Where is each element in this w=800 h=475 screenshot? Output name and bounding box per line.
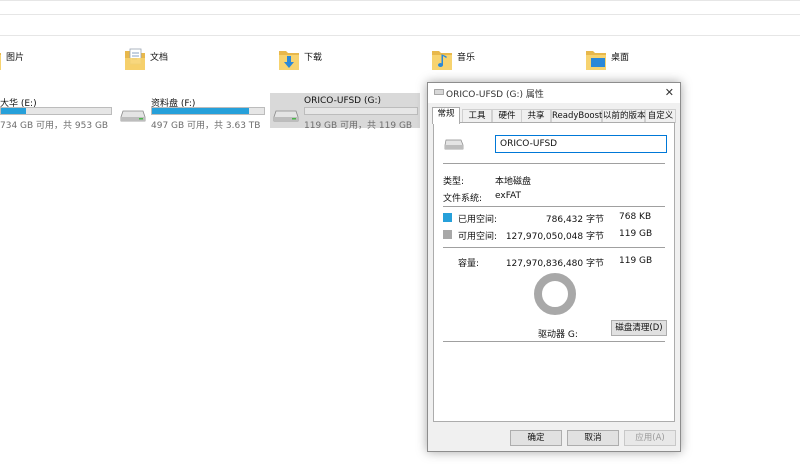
type-label: 类型: (443, 177, 465, 187)
drive-f[interactable]: 资料盘 (F:) 497 GB 可用，共 3.63 TB (120, 96, 270, 131)
drive-usage-bar (304, 107, 418, 115)
drive-info: 734 GB 可用，共 953 GB (0, 121, 109, 131)
cancel-button[interactable]: 取消 (567, 430, 619, 446)
drive-letter-label: 驱动器 G: (538, 330, 578, 340)
ok-button[interactable]: 确定 (510, 430, 562, 446)
filesystem-label: 文件系统: (443, 194, 483, 204)
free-space-bytes: 127,970,050,048 字节 (505, 232, 604, 242)
used-space-bytes: 786,432 字节 (545, 215, 604, 225)
used-space-swatch (443, 213, 452, 222)
drive-e[interactable]: 大华 (E:) 734 GB 可用，共 953 GB (0, 96, 115, 131)
tab-general[interactable]: 常规 (432, 107, 460, 124)
separator (443, 247, 665, 248)
drive-name-input[interactable] (495, 135, 667, 153)
filesystem-value: exFAT (495, 191, 522, 201)
properties-dialog: ORICO-UFSD (G:) 属性 ✕ 常规 工具 硬件 共享 ReadyBo… (427, 82, 681, 452)
drive-info: 119 GB 可用，共 119 GB (304, 121, 413, 131)
drive-icon (434, 89, 444, 95)
capacity-size: 119 GB (619, 256, 653, 266)
folder-label: 桌面 (611, 53, 630, 63)
ribbon-divider (0, 14, 800, 15)
free-space-label: 可用空间: (458, 232, 498, 242)
music-folder-icon (432, 51, 452, 70)
pictures-folder-icon (0, 53, 1, 70)
folder-label: 音乐 (457, 53, 476, 63)
drive-name: ORICO-UFSD (G:) (304, 96, 381, 106)
tab-tools[interactable]: 工具 (462, 109, 492, 123)
drive-icon (444, 139, 464, 150)
drive-icon (273, 110, 299, 122)
apply-button[interactable]: 应用(A) (624, 430, 676, 446)
capacity-label: 容量: (458, 259, 480, 269)
folder-label: 图片 (6, 53, 25, 63)
drive-info: 497 GB 可用，共 3.63 TB (151, 121, 261, 131)
drive-usage-bar (151, 107, 265, 115)
downloads-folder-icon (279, 51, 299, 70)
drive-icon (120, 110, 146, 122)
content-divider (0, 35, 800, 36)
free-space-size: 119 GB (619, 229, 653, 239)
tab-readyboost[interactable]: ReadyBoost (551, 109, 602, 123)
used-space-size: 768 KB (619, 212, 652, 222)
donut-free-segment (534, 273, 576, 315)
separator (443, 341, 665, 342)
folder-label: 下载 (304, 53, 323, 63)
folder-label: 文档 (150, 53, 169, 63)
drive-usage-bar (0, 107, 112, 115)
capacity-bytes: 127,970,836,480 字节 (505, 259, 604, 269)
type-value: 本地磁盘 (495, 177, 532, 187)
desktop-folder-icon (586, 51, 606, 70)
separator (443, 163, 665, 164)
close-icon[interactable]: ✕ (665, 86, 674, 99)
dialog-title: ORICO-UFSD (G:) 属性 (446, 90, 544, 100)
disk-cleanup-button[interactable]: 磁盘清理(D) (611, 320, 667, 336)
used-space-label: 已用空间: (458, 215, 498, 225)
documents-folder-icon (125, 48, 145, 70)
general-panel: 类型: 本地磁盘 文件系统: exFAT 已用空间: 786,432 字节 76… (433, 122, 675, 422)
drive-g[interactable]: ORICO-UFSD (G:) 119 GB 可用，共 119 GB (273, 96, 420, 131)
tab-hardware[interactable]: 硬件 (492, 109, 522, 123)
usage-donut-chart (534, 273, 576, 315)
dialog-titlebar[interactable]: ORICO-UFSD (G:) 属性 ✕ (428, 83, 680, 103)
free-space-swatch (443, 230, 452, 239)
tab-customize[interactable]: 自定义 (645, 109, 676, 123)
tab-previous-versions[interactable]: 以前的版本 (602, 109, 646, 123)
tab-sharing[interactable]: 共享 (521, 109, 551, 123)
separator (443, 206, 665, 207)
top-divider (0, 0, 800, 1)
